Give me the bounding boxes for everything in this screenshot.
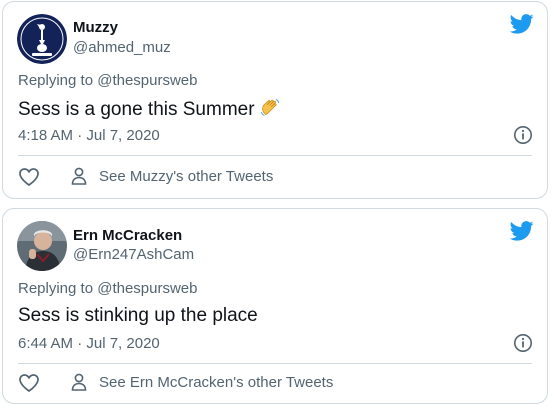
tweet-timestamp[interactable]: 4:18 AM · Jul 7, 2020: [18, 127, 160, 144]
tweet-text-content: Sess is a gone this Summer: [18, 99, 255, 120]
user-handle[interactable]: @Ern247AshCam: [73, 246, 194, 263]
replying-prefix: Replying to: [18, 280, 94, 297]
replying-to: Replying to @thespursweb: [18, 72, 198, 89]
like-heart-icon[interactable]: [18, 166, 40, 188]
replying-to-link[interactable]: @thespursweb: [97, 280, 197, 297]
avatar[interactable]: [17, 14, 67, 64]
club-crest-icon: [17, 14, 67, 64]
divider: [18, 363, 532, 364]
waving-hand-icon: [260, 99, 279, 116]
replying-to: Replying to @thespursweb: [18, 280, 198, 297]
info-icon[interactable]: [513, 333, 533, 353]
see-other-tweets-label[interactable]: See Muzzy's other Tweets: [99, 168, 273, 185]
tweet-card[interactable]: Muzzy @ahmed_muz Replying to @thespurswe…: [2, 1, 548, 199]
avatar[interactable]: [17, 221, 67, 271]
info-icon[interactable]: [513, 125, 533, 145]
display-name[interactable]: Muzzy: [73, 19, 118, 36]
user-handle[interactable]: @ahmed_muz: [73, 39, 171, 56]
person-icon: [71, 373, 87, 391]
tweet-text: Sess is stinking up the place: [18, 305, 258, 326]
tweet-text: Sess is a gone this Summer: [18, 97, 281, 121]
like-heart-icon[interactable]: [18, 372, 40, 394]
tweet-card[interactable]: Ern McCracken @Ern247AshCam Replying to …: [2, 208, 548, 404]
profile-photo: [17, 221, 67, 271]
see-other-tweets-link[interactable]: See Ern McCracken's other Tweets: [69, 372, 333, 392]
twitter-bird-icon[interactable]: [510, 221, 534, 241]
divider: [18, 155, 532, 156]
tweet-timestamp[interactable]: 6:44 AM · Jul 7, 2020: [18, 335, 160, 352]
display-name[interactable]: Ern McCracken: [73, 227, 182, 244]
twitter-bird-icon[interactable]: [510, 14, 534, 34]
replying-to-link[interactable]: @thespursweb: [97, 72, 197, 89]
person-icon: [71, 167, 87, 185]
replying-prefix: Replying to: [18, 72, 94, 89]
see-other-tweets-link[interactable]: See Muzzy's other Tweets: [69, 166, 273, 186]
see-other-tweets-label[interactable]: See Ern McCracken's other Tweets: [99, 374, 333, 391]
